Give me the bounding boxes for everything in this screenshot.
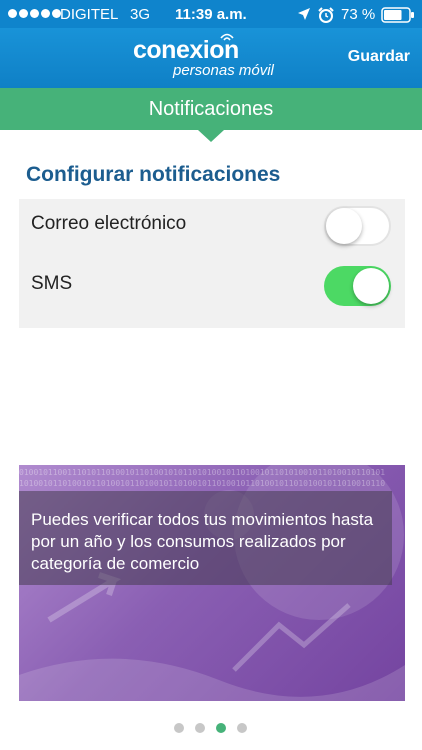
email-notification-label: Correo electrónico: [31, 213, 187, 234]
wireless-signal-icon: [220, 33, 234, 41]
signal-strength-icon: [8, 9, 61, 18]
clock: 11:39 a.m.: [175, 6, 247, 23]
banner-caption: Puedes verificar todos tus movimientos h…: [19, 491, 392, 585]
section-title-bar: Notificaciones: [0, 88, 422, 130]
email-notification-toggle[interactable]: [324, 206, 391, 246]
location-arrow-icon: [298, 8, 310, 20]
section-pointer: [198, 130, 224, 142]
save-button[interactable]: Guardar: [348, 48, 410, 66]
section-title: Notificaciones: [148, 97, 274, 120]
battery-icon: [381, 7, 414, 23]
banner-text: Puedes verificar todos tus movimientos h…: [31, 510, 374, 573]
pager-dot-1[interactable]: [174, 723, 184, 733]
toggle-knob: [353, 268, 389, 304]
sms-notification-toggle[interactable]: [324, 266, 391, 306]
battery-percentage: 73 %: [341, 6, 376, 23]
carousel-pager: [174, 723, 247, 733]
toggle-knob: [326, 208, 362, 244]
settings-heading: Configurar notificaciones: [26, 163, 281, 186]
sms-notification-label: SMS: [31, 273, 73, 294]
logo-sub-text: personas móvil: [173, 62, 274, 79]
network-type: 3G: [130, 6, 151, 23]
alarm-clock-icon: [318, 7, 334, 23]
email-notification-row: Correo electrónico: [19, 199, 405, 259]
notification-settings-card: Correo electrónico SMS: [19, 199, 405, 328]
sms-notification-row: SMS: [19, 259, 405, 319]
pager-dot-3[interactable]: [216, 723, 226, 733]
carrier-name: DIGITEL: [60, 6, 119, 23]
pager-dot-2[interactable]: [195, 723, 205, 733]
pager-dot-4[interactable]: [237, 723, 247, 733]
app-header: conexion personas móvil Guardar: [0, 28, 422, 88]
promo-banner[interactable]: 0100101100111010110100101101001010110101…: [19, 465, 405, 701]
conexion-logo: conexion personas móvil: [133, 33, 293, 82]
status-bar: DIGITEL 3G 11:39 a.m. 73 %: [0, 0, 422, 28]
